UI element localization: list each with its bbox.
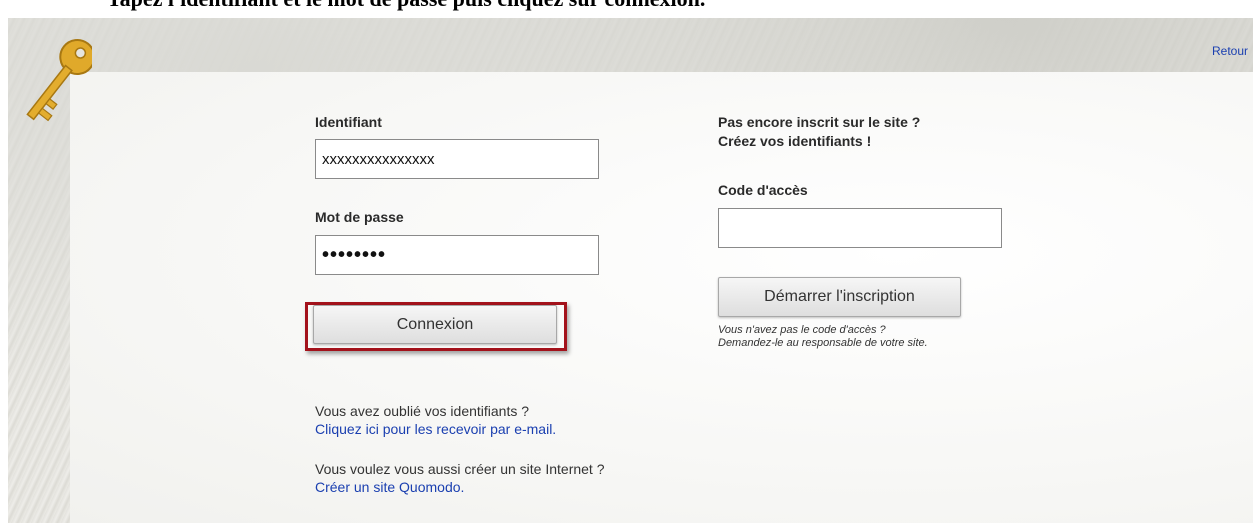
create-site-link[interactable]: Créer un site Quomodo.	[315, 479, 464, 495]
connect-button[interactable]: Connexion	[313, 305, 557, 344]
identifiant-label: Identifiant	[315, 114, 382, 130]
access-code-label: Code d'accès	[718, 182, 808, 198]
start-registration-button[interactable]: Démarrer l'inscription	[718, 277, 961, 317]
create-site-text: Vous voulez vous aussi créer un site Int…	[315, 461, 605, 477]
password-input[interactable]: ••••••••	[315, 235, 599, 275]
forgot-link[interactable]: Cliquez ici pour les recevoir par e-mail…	[315, 421, 556, 437]
register-title-line2: Créez vos identifiants !	[718, 133, 872, 149]
forgot-text: Vous avez oublié vos identifiants ?	[315, 403, 530, 419]
access-code-input[interactable]	[718, 208, 1002, 248]
access-code-help-line1: Vous n'avez pas le code d'accès ?	[718, 324, 886, 336]
instruction-caption: Tapez l'identifiant et le mot de passe p…	[0, 0, 1253, 18]
key-icon	[26, 38, 92, 122]
login-card	[70, 72, 1253, 523]
back-link[interactable]: Retour	[1212, 44, 1252, 58]
register-title-line1: Pas encore inscrit sur le site ?	[718, 114, 921, 130]
login-frame	[8, 18, 1253, 523]
access-code-help-line2: Demandez-le au responsable de votre site…	[718, 337, 928, 349]
identifiant-input[interactable]: xxxxxxxxxxxxxxx	[315, 139, 599, 179]
password-label: Mot de passe	[315, 209, 404, 225]
